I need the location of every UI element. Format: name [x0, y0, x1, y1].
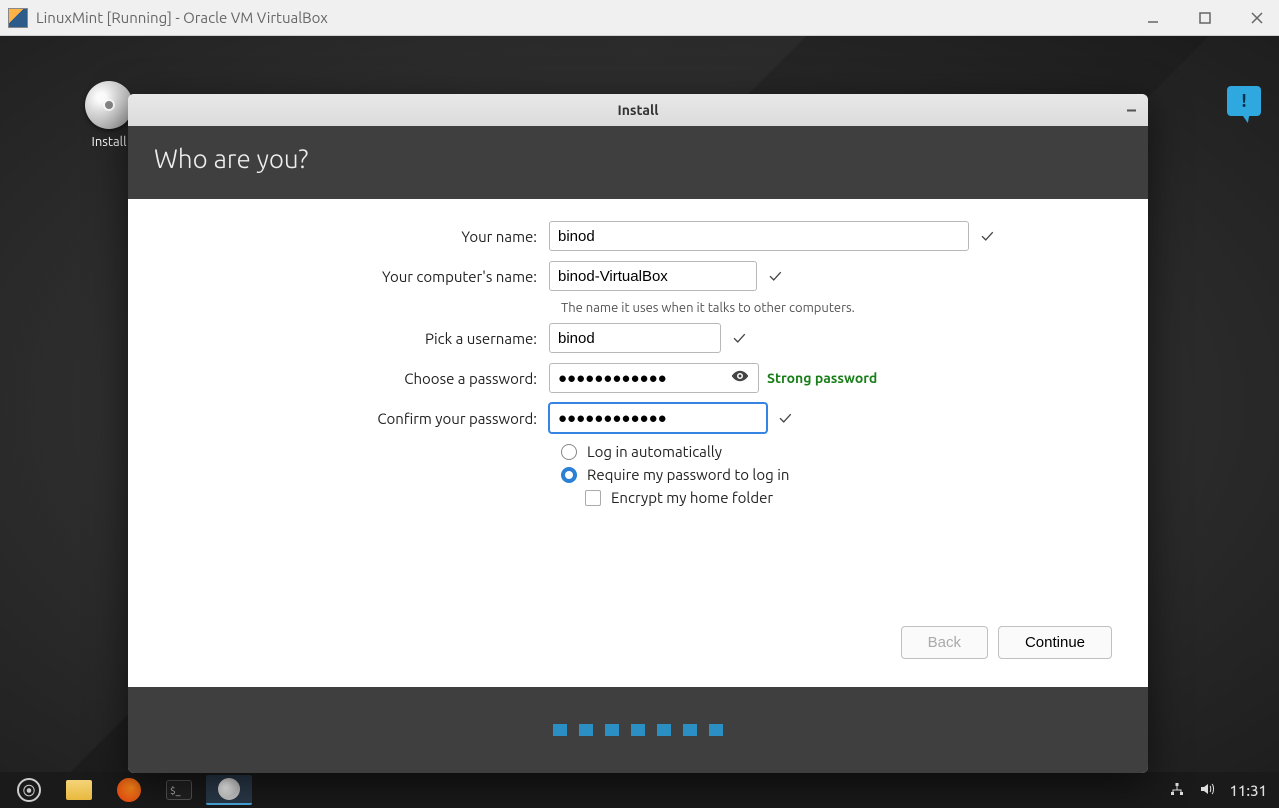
installer-window: Install – Who are you? Your name: ✓ Your… — [128, 94, 1148, 773]
radio-selected-icon — [561, 467, 577, 483]
mint-logo-icon: ⦿ — [17, 778, 41, 802]
progress-dot — [683, 724, 697, 736]
virtualbox-titlebar: LinuxMint [Running] - Oracle VM VirtualB… — [0, 0, 1279, 36]
file-manager-button[interactable] — [56, 775, 102, 805]
username-label: Pick a username: — [164, 330, 549, 347]
check-icon: ✓ — [733, 328, 746, 348]
name-label: Your name: — [164, 228, 549, 245]
encrypt-home-option[interactable]: Encrypt my home folder — [561, 489, 1112, 506]
installer-form: Your name: ✓ Your computer's name: ✓ The… — [128, 199, 1148, 687]
encrypt-home-label: Encrypt my home folder — [611, 489, 773, 506]
password-label: Choose a password: — [164, 370, 549, 387]
check-icon: ✓ — [769, 266, 782, 286]
progress-dot — [657, 724, 671, 736]
progress-dot — [605, 724, 619, 736]
installer-minimize-button[interactable]: – — [1127, 100, 1136, 120]
continue-button[interactable]: Continue — [998, 626, 1112, 659]
cd-icon — [218, 778, 240, 800]
terminal-button[interactable]: $_ — [156, 775, 202, 805]
password-input[interactable] — [549, 363, 759, 393]
auto-login-label: Log in automatically — [587, 443, 722, 460]
computer-name-input[interactable] — [549, 261, 757, 291]
installer-window-title: Install — [618, 102, 659, 118]
check-icon: ✓ — [779, 408, 792, 428]
check-icon: ✓ — [981, 226, 994, 246]
network-icon[interactable] — [1169, 781, 1185, 800]
installer-heading: Who are you? — [128, 126, 1148, 199]
minimize-button[interactable] — [1139, 4, 1167, 32]
computer-name-label: Your computer's name: — [164, 268, 549, 285]
close-button[interactable] — [1243, 4, 1271, 32]
install-icon-label: Install — [85, 135, 133, 149]
maximize-button[interactable] — [1191, 4, 1219, 32]
virtualbox-title: LinuxMint [Running] - Oracle VM VirtualB… — [36, 9, 1139, 26]
installer-progress-dots — [128, 687, 1148, 773]
progress-dot — [631, 724, 645, 736]
back-button[interactable]: Back — [901, 626, 988, 659]
cd-icon — [85, 81, 133, 129]
system-tray: 11:31 — [1169, 781, 1273, 800]
install-desktop-icon[interactable]: Install — [85, 81, 133, 149]
username-input[interactable] — [549, 323, 721, 353]
progress-dot — [709, 724, 723, 736]
checkbox-icon — [585, 490, 601, 506]
installer-titlebar[interactable]: Install – — [128, 94, 1148, 126]
radio-unselected-icon — [561, 444, 577, 460]
installer-task-button[interactable] — [206, 775, 252, 805]
confirm-password-label: Confirm your password: — [164, 410, 549, 427]
start-menu-button[interactable]: ⦿ — [6, 775, 52, 805]
eye-icon[interactable] — [731, 367, 749, 389]
firefox-button[interactable] — [106, 775, 152, 805]
require-password-label: Require my password to log in — [587, 466, 789, 483]
confirm-password-input[interactable] — [549, 403, 767, 433]
window-controls — [1139, 4, 1271, 32]
auto-login-option[interactable]: Log in automatically — [561, 443, 1112, 460]
volume-icon[interactable] — [1199, 781, 1215, 800]
taskbar: ⦿ $_ 11:31 — [0, 772, 1279, 808]
require-password-option[interactable]: Require my password to log in — [561, 466, 1112, 483]
firefox-icon — [117, 778, 141, 802]
terminal-icon: $_ — [166, 780, 192, 800]
progress-dot — [553, 724, 567, 736]
clock[interactable]: 11:31 — [1229, 782, 1267, 799]
notification-bubble-icon[interactable]: ! — [1227, 86, 1261, 116]
name-input[interactable] — [549, 221, 969, 251]
virtualbox-app-icon — [8, 8, 28, 28]
computer-name-hint: The name it uses when it talks to other … — [561, 301, 1112, 315]
folder-icon — [66, 780, 92, 800]
progress-dot — [579, 724, 593, 736]
password-strength: Strong password — [767, 370, 877, 386]
vm-desktop: Install ! Install – Who are you? Your na… — [0, 36, 1279, 772]
